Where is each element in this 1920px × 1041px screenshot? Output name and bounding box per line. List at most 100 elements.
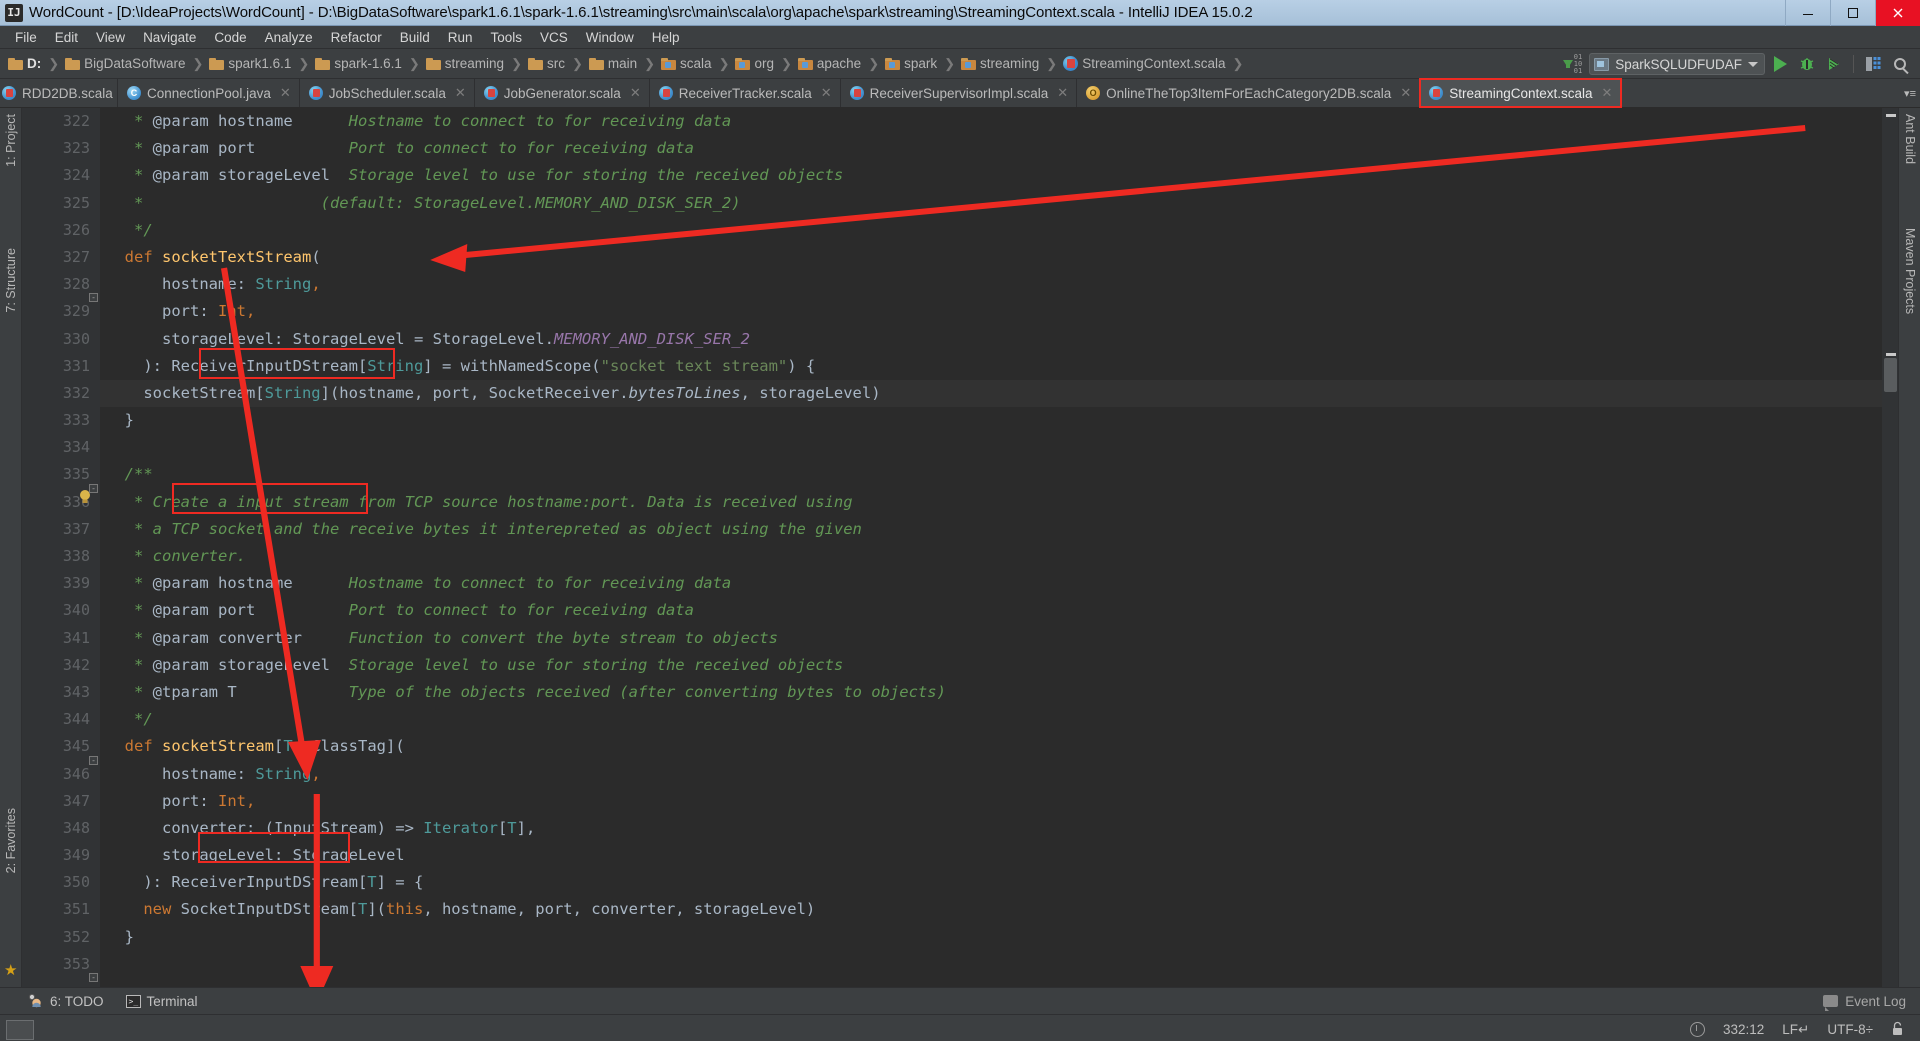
menu-analyze[interactable]: Analyze bbox=[256, 28, 322, 47]
code-line[interactable] bbox=[100, 951, 1882, 978]
code-line[interactable]: ): ReceiverInputDStream[String] = withNa… bbox=[100, 353, 1882, 380]
code-line[interactable]: * @param storageLevel Storage level to u… bbox=[100, 162, 1882, 189]
code-line[interactable]: * @param port Port to connect to for rec… bbox=[100, 135, 1882, 162]
editor-marker-column[interactable] bbox=[1882, 108, 1898, 987]
layout-button[interactable] bbox=[1861, 52, 1885, 76]
file-encoding[interactable]: UTF-8÷ bbox=[1827, 1022, 1873, 1037]
close-icon[interactable]: ✕ bbox=[630, 85, 641, 101]
code-line[interactable]: * @param storageLevel Storage level to u… bbox=[100, 652, 1882, 679]
code-line[interactable]: ): ReceiverInputDStream[T] = { bbox=[100, 869, 1882, 896]
breadcrumb-spark[interactable]: spark ❯ bbox=[885, 56, 961, 72]
minimize-button[interactable] bbox=[1785, 0, 1830, 26]
line-separator[interactable]: LF↵ bbox=[1782, 1022, 1809, 1038]
close-icon[interactable]: ✕ bbox=[1602, 85, 1613, 101]
tab-connectionpool[interactable]: C ConnectionPool.java ✕ bbox=[118, 79, 300, 107]
tab-streamingcontext[interactable]: StreamingContext.scala ✕ bbox=[1419, 78, 1623, 108]
menu-vcs[interactable]: VCS bbox=[531, 28, 577, 47]
maximize-button[interactable] bbox=[1830, 0, 1875, 26]
code-line[interactable]: * Create a input stream from TCP source … bbox=[100, 489, 1882, 516]
show-tool-windows-button[interactable] bbox=[6, 1019, 34, 1040]
code-line[interactable]: hostname: String, bbox=[100, 761, 1882, 788]
menu-edit[interactable]: Edit bbox=[46, 28, 87, 47]
tab-rdd2db[interactable]: RDD2DB.scala ✕ bbox=[0, 79, 118, 107]
breadcrumb-streaming-pkg[interactable]: streaming ❯ bbox=[961, 56, 1063, 72]
sidebar-item-maven-projects[interactable]: Maven Projects bbox=[1899, 228, 1920, 314]
caret-position[interactable]: 332:12 bbox=[1723, 1022, 1764, 1037]
code-line[interactable]: * @param hostname Hostname to connect to… bbox=[100, 570, 1882, 597]
tab-jobgenerator[interactable]: JobGenerator.scala ✕ bbox=[475, 79, 650, 107]
menu-refactor[interactable]: Refactor bbox=[322, 28, 391, 47]
breadcrumb-org[interactable]: org ❯ bbox=[735, 56, 797, 72]
code-fold-marker[interactable]: - bbox=[89, 293, 98, 302]
run-button[interactable] bbox=[1768, 52, 1792, 76]
breadcrumb-d[interactable]: D: ❯ bbox=[8, 56, 65, 72]
lock-icon[interactable] bbox=[1891, 1021, 1904, 1039]
tab-jobscheduler[interactable]: JobScheduler.scala ✕ bbox=[300, 79, 475, 107]
close-icon[interactable]: ✕ bbox=[280, 85, 291, 101]
editor-scrollbar-thumb[interactable] bbox=[1884, 358, 1897, 392]
code-line[interactable]: hostname: String, bbox=[100, 271, 1882, 298]
search-everywhere-button[interactable] bbox=[1888, 52, 1912, 76]
terminal-tool-window-button[interactable]: >_ Terminal bbox=[125, 994, 198, 1009]
tab-list-icon[interactable]: ▾≡ bbox=[1904, 87, 1916, 100]
code-line[interactable]: * (default: StorageLevel.MEMORY_AND_DISK… bbox=[100, 190, 1882, 217]
code-line[interactable]: storageLevel: StorageLevel = StorageLeve… bbox=[100, 326, 1882, 353]
update-project-button[interactable]: 01 10 01 bbox=[1559, 53, 1586, 75]
code-line[interactable]: * @param converter Function to convert t… bbox=[100, 625, 1882, 652]
close-button[interactable] bbox=[1875, 0, 1920, 26]
close-icon[interactable]: ✕ bbox=[1400, 85, 1411, 101]
menu-run[interactable]: Run bbox=[439, 28, 482, 47]
code-editor[interactable]: 322 323 324 325 326 327 328 329 330 331 332 333 334 3… bbox=[22, 108, 1898, 987]
tab-receivertracker[interactable]: ReceiverTracker.scala ✕ bbox=[650, 79, 841, 107]
code-line[interactable]: * a TCP socket and the receive bytes it … bbox=[100, 516, 1882, 543]
menu-view[interactable]: View bbox=[87, 28, 134, 47]
todo-tool-window-button[interactable]: 6: TODO bbox=[28, 994, 104, 1009]
menu-help[interactable]: Help bbox=[643, 28, 689, 47]
menu-build[interactable]: Build bbox=[391, 28, 439, 47]
run-configuration-selector[interactable]: SparkSQLUDFUDAF bbox=[1589, 53, 1765, 75]
code-line[interactable]: converter: (InputStream) => Iterator[T], bbox=[100, 815, 1882, 842]
breadcrumb-apache[interactable]: apache ❯ bbox=[797, 56, 885, 72]
run-with-coverage-button[interactable] bbox=[1822, 52, 1846, 76]
code-line[interactable]: * converter. bbox=[100, 543, 1882, 570]
breadcrumb-main[interactable]: main ❯ bbox=[588, 56, 661, 72]
breadcrumb-spark-161[interactable]: spark-1.6.1 ❯ bbox=[315, 56, 425, 72]
sidebar-item-favorites[interactable]: 2: Favorites bbox=[0, 808, 22, 873]
code-line[interactable]: socketStream[String](hostname, port, Soc… bbox=[100, 379, 1882, 408]
breadcrumb-spark161[interactable]: spark1.6.1 ❯ bbox=[209, 56, 315, 72]
code-fold-marker[interactable]: - bbox=[89, 484, 98, 493]
menu-file[interactable]: File bbox=[6, 28, 46, 47]
menu-window[interactable]: Window bbox=[577, 28, 643, 47]
code-line[interactable]: */ bbox=[100, 217, 1882, 244]
code-line[interactable]: storageLevel: StorageLevel bbox=[100, 842, 1882, 869]
code-line[interactable] bbox=[100, 434, 1882, 461]
event-log-button[interactable]: Event Log bbox=[1823, 994, 1906, 1011]
breadcrumb-bigdatasoftware[interactable]: BigDataSoftware ❯ bbox=[65, 56, 209, 72]
code-line[interactable]: port: Int, bbox=[100, 298, 1882, 325]
code-line[interactable]: * @param hostname Hostname to connect to… bbox=[100, 108, 1882, 135]
code-line[interactable]: def socketStream[T: ClassTag]( bbox=[100, 733, 1882, 760]
breadcrumb-src[interactable]: src ❯ bbox=[527, 56, 589, 72]
menu-tools[interactable]: Tools bbox=[482, 28, 532, 47]
code-line[interactable]: new SocketInputDStream[T](this, hostname… bbox=[100, 896, 1882, 923]
breadcrumb-scala[interactable]: scala ❯ bbox=[661, 56, 735, 72]
code-line[interactable]: /** bbox=[100, 461, 1882, 488]
menu-code[interactable]: Code bbox=[205, 28, 255, 47]
code-line[interactable]: } bbox=[100, 924, 1882, 951]
close-icon[interactable]: ✕ bbox=[1057, 85, 1068, 101]
menu-navigate[interactable]: Navigate bbox=[134, 28, 205, 47]
code-line[interactable]: def socketTextStream( bbox=[100, 244, 1882, 271]
debug-button[interactable] bbox=[1795, 52, 1819, 76]
sidebar-item-structure[interactable]: 7: Structure bbox=[0, 248, 22, 313]
code-line[interactable]: port: Int, bbox=[100, 788, 1882, 815]
close-icon[interactable]: ✕ bbox=[455, 85, 466, 101]
tab-onlinethetop3item[interactable]: O OnlineTheTop3ItemForEachCategory2DB.sc… bbox=[1077, 79, 1421, 107]
code-line[interactable]: * @param port Port to connect to for rec… bbox=[100, 597, 1882, 624]
code-line[interactable]: * @tparam T Type of the objects received… bbox=[100, 679, 1882, 706]
code-line[interactable]: */ bbox=[100, 706, 1882, 733]
sidebar-item-project[interactable]: 1: Project bbox=[0, 114, 22, 167]
close-icon[interactable]: ✕ bbox=[821, 85, 832, 101]
code-fold-marker[interactable]: - bbox=[89, 973, 98, 982]
tab-receiversupervisorimpl[interactable]: ReceiverSupervisorImpl.scala ✕ bbox=[841, 79, 1078, 107]
breadcrumb-streaming[interactable]: streaming ❯ bbox=[425, 56, 528, 72]
